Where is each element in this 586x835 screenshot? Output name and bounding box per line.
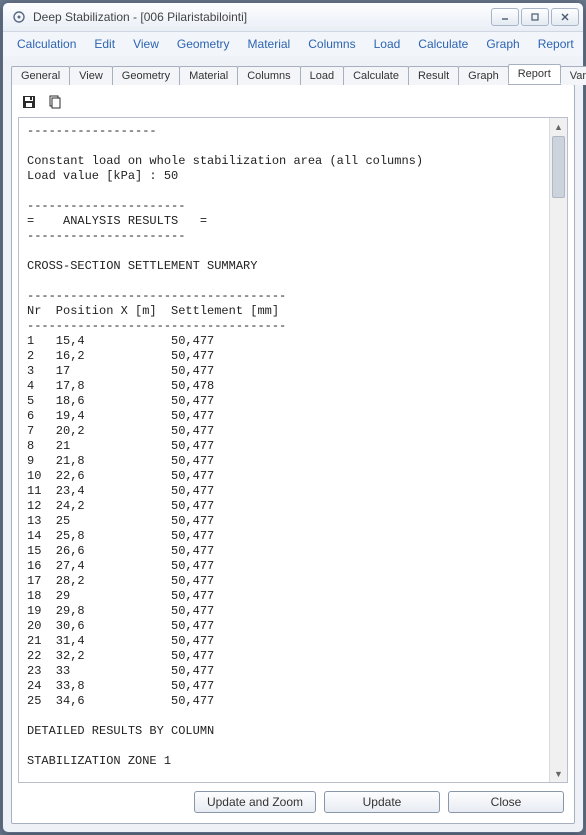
- tab-variate[interactable]: Variate: [560, 66, 586, 85]
- menu-item-columns[interactable]: Columns: [300, 34, 363, 54]
- scroll-up-arrow[interactable]: ▲: [550, 118, 567, 135]
- menu-item-edit[interactable]: Edit: [86, 34, 123, 54]
- menu-item-report[interactable]: Report: [530, 34, 582, 54]
- menu-item-material[interactable]: Material: [240, 34, 299, 54]
- menubar: CalculationEditViewGeometryMaterialColum…: [3, 32, 583, 56]
- save-icon[interactable]: [20, 93, 38, 111]
- close-button[interactable]: [551, 8, 579, 26]
- tab-calculate[interactable]: Calculate: [343, 66, 409, 85]
- tab-graph[interactable]: Graph: [458, 66, 509, 85]
- titlebar: Deep Stabilization - [006 Pilaristabiloi…: [3, 3, 583, 32]
- tab-load[interactable]: Load: [300, 66, 344, 85]
- update-and-zoom-button[interactable]: Update and Zoom: [194, 791, 316, 813]
- client-area: GeneralViewGeometryMaterialColumnsLoadCa…: [3, 56, 583, 832]
- tab-columns[interactable]: Columns: [237, 66, 300, 85]
- copy-icon[interactable]: [46, 93, 64, 111]
- tabstrip: GeneralViewGeometryMaterialColumnsLoadCa…: [11, 62, 575, 84]
- close-dialog-button[interactable]: Close: [448, 791, 564, 813]
- report-text[interactable]: ------------------ Constant load on whol…: [19, 118, 549, 782]
- menu-item-graph[interactable]: Graph: [478, 34, 527, 54]
- window-title: Deep Stabilization - [006 Pilaristabiloi…: [33, 10, 491, 24]
- tab-panel-report: ------------------ Constant load on whol…: [11, 84, 575, 824]
- menu-item-view[interactable]: View: [125, 34, 167, 54]
- tab-geometry[interactable]: Geometry: [112, 66, 180, 85]
- update-button[interactable]: Update: [324, 791, 440, 813]
- app-window: Deep Stabilization - [006 Pilaristabiloi…: [2, 2, 584, 833]
- tab-material[interactable]: Material: [179, 66, 238, 85]
- scroll-thumb[interactable]: [552, 136, 565, 198]
- tab-view[interactable]: View: [69, 66, 113, 85]
- menu-item-calculate[interactable]: Calculate: [410, 34, 476, 54]
- menu-item-calculation[interactable]: Calculation: [9, 34, 84, 54]
- tab-result[interactable]: Result: [408, 66, 459, 85]
- dialog-footer: Update and Zoom Update Close: [18, 783, 568, 815]
- vertical-scrollbar[interactable]: ▲ ▼: [549, 118, 567, 782]
- app-icon: [11, 9, 27, 25]
- menu-item-geometry[interactable]: Geometry: [169, 34, 238, 54]
- report-area: ------------------ Constant load on whol…: [18, 117, 568, 783]
- maximize-button[interactable]: [521, 8, 549, 26]
- report-toolbar: [18, 91, 568, 117]
- tab-report[interactable]: Report: [508, 64, 561, 84]
- menu-item-load[interactable]: Load: [366, 34, 409, 54]
- scroll-down-arrow[interactable]: ▼: [550, 765, 567, 782]
- tab-general[interactable]: General: [11, 66, 70, 85]
- minimize-button[interactable]: [491, 8, 519, 26]
